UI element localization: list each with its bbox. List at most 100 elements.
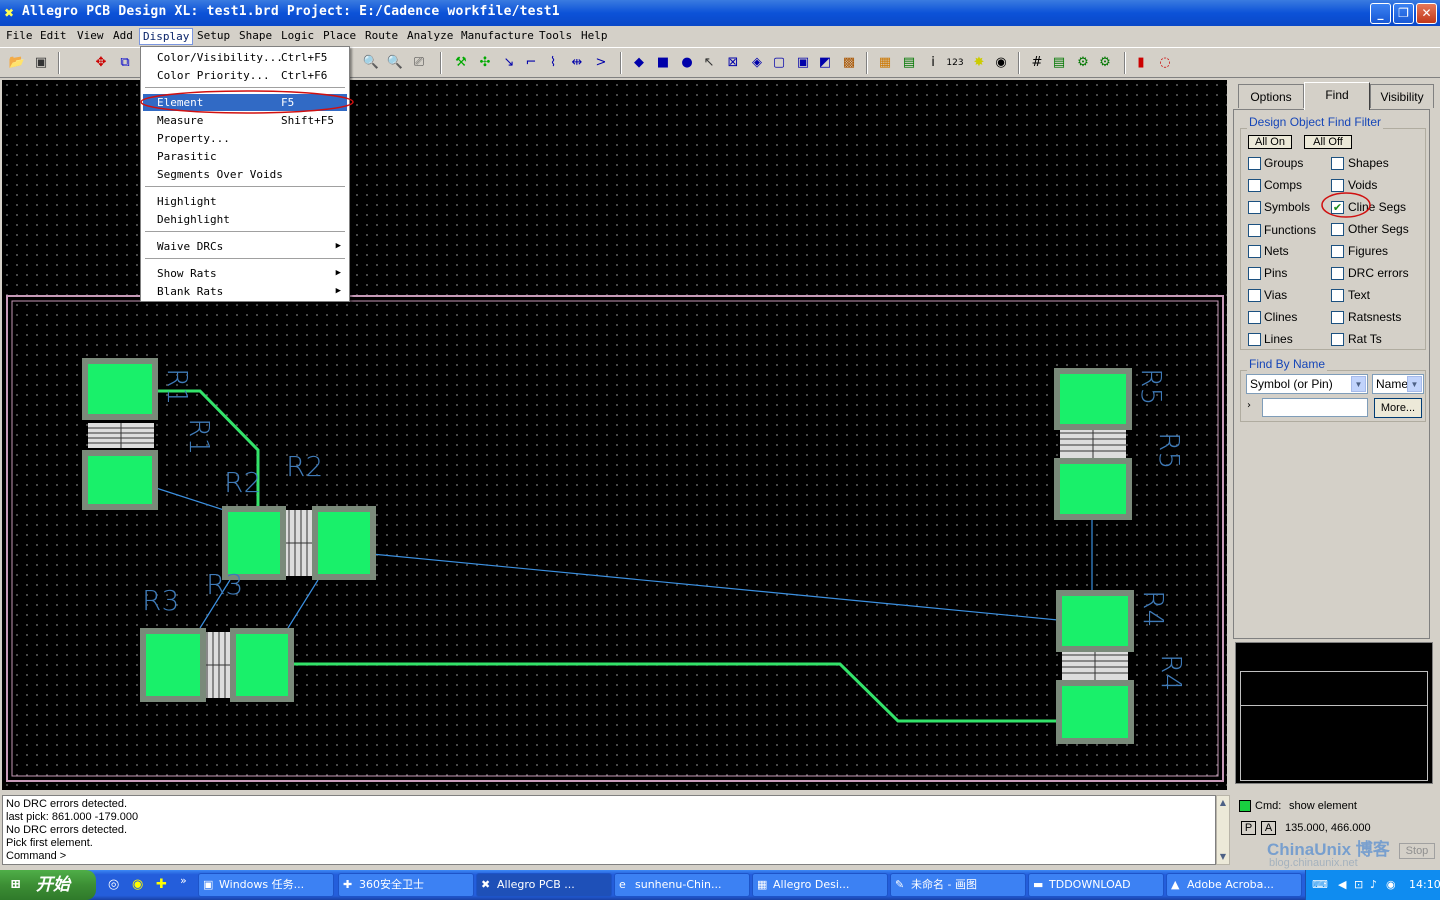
- menu-place[interactable]: Place: [320, 28, 359, 45]
- quicklaunch-360-icon[interactable]: ✚: [156, 877, 167, 892]
- save-icon[interactable]: ▣: [32, 54, 50, 72]
- menu-tools[interactable]: Tools: [536, 28, 575, 45]
- command-prompt[interactable]: Command >: [6, 850, 1212, 863]
- menu-item-waive-drcs[interactable]: Waive DRCs ▶: [143, 238, 347, 255]
- add-connect-icon[interactable]: ⚒: [452, 54, 470, 72]
- menu-item-blank-rats[interactable]: Blank Rats ▶: [143, 283, 347, 300]
- task-360[interactable]: ✚ 360安全卫士: [338, 873, 474, 897]
- checkbox-drc-errors[interactable]: [1331, 267, 1344, 280]
- refresh-icon[interactable]: ◌: [1156, 54, 1174, 72]
- menu-item-segments-over-voids[interactable]: Segments Over Voids: [143, 166, 347, 183]
- move-icon[interactable]: ✥: [92, 54, 110, 72]
- console-scrollbar[interactable]: ▲ ▼: [1216, 795, 1230, 865]
- menu-item-color-visibility[interactable]: Color/Visibility... Ctrl+F5: [143, 49, 347, 66]
- task-paint[interactable]: ✎ 未命名 - 画图: [890, 873, 1026, 897]
- nav-back-icon[interactable]: ◀: [1338, 870, 1346, 900]
- constraint-icon[interactable]: ⚙: [1074, 54, 1092, 72]
- keyboard-icon[interactable]: ⌨: [1312, 870, 1328, 900]
- open-icon[interactable]: 📂: [8, 54, 26, 72]
- slide-icon[interactable]: ✣: [476, 54, 494, 72]
- layers-icon[interactable]: ▤: [900, 54, 918, 72]
- shape-param-icon[interactable]: ▩: [840, 54, 858, 72]
- highlight-icon[interactable]: ✸: [970, 54, 988, 72]
- info-icon[interactable]: i: [924, 54, 942, 72]
- delay-tune-icon[interactable]: ↘: [500, 54, 518, 72]
- menu-item-dehighlight[interactable]: Dehighlight: [143, 211, 347, 228]
- all-on-button[interactable]: All On: [1248, 135, 1292, 149]
- custom-smooth-icon[interactable]: ⌐: [522, 54, 540, 72]
- menu-route[interactable]: Route: [362, 28, 401, 45]
- checkbox-pins[interactable]: [1248, 267, 1261, 280]
- spread-icon[interactable]: ⇹: [568, 54, 586, 72]
- a-button[interactable]: A: [1261, 821, 1276, 835]
- security-icon[interactable]: ◉: [1386, 870, 1396, 900]
- checkbox-symbols[interactable]: [1248, 201, 1261, 214]
- p-button[interactable]: P: [1241, 821, 1256, 835]
- grid-icon[interactable]: #: [1028, 54, 1046, 72]
- menu-item-parasitic[interactable]: Parasitic: [143, 148, 347, 165]
- checkbox-text[interactable]: [1331, 289, 1344, 302]
- command-console[interactable]: No DRC errors detected. last pick: 861.0…: [2, 795, 1216, 865]
- menu-file[interactable]: File: [3, 28, 36, 45]
- scroll-up-icon[interactable]: ▲: [1217, 796, 1229, 810]
- menu-edit[interactable]: Edit: [37, 28, 70, 45]
- color-icon[interactable]: ▦: [876, 54, 894, 72]
- tab-find[interactable]: Find: [1304, 82, 1370, 110]
- checkbox-shapes[interactable]: [1331, 157, 1344, 170]
- zoom-in-icon[interactable]: 🔍: [362, 54, 380, 72]
- zoom-out-icon[interactable]: 🔍: [386, 54, 404, 72]
- checkbox-nets[interactable]: [1248, 245, 1261, 258]
- vertex-icon[interactable]: ⌇: [544, 54, 562, 72]
- checkbox-groups[interactable]: [1248, 157, 1261, 170]
- name-input[interactable]: [1262, 398, 1368, 417]
- menu-help[interactable]: Help: [578, 28, 611, 45]
- trace-cline[interactable]: [292, 662, 1062, 723]
- merge-shapes-icon[interactable]: ◩: [816, 54, 834, 72]
- checkbox-functions[interactable]: [1248, 224, 1261, 237]
- task-allegro-design[interactable]: ▦ Allegro Desi...: [752, 873, 888, 897]
- close-button[interactable]: ✕: [1416, 3, 1437, 24]
- menu-analyze[interactable]: Analyze: [404, 28, 456, 45]
- layer-stack-icon[interactable]: ▤: [1050, 54, 1068, 72]
- world-view[interactable]: [1235, 642, 1433, 784]
- menu-item-color-priority[interactable]: Color Priority... Ctrl+F6: [143, 67, 347, 84]
- menu-item-highlight[interactable]: Highlight: [143, 193, 347, 210]
- tab-visibility[interactable]: Visibility: [1370, 84, 1434, 108]
- shape-circle-icon[interactable]: ●: [678, 54, 696, 72]
- shape-add-icon[interactable]: ◆: [630, 54, 648, 72]
- clock[interactable]: 14:10: [1409, 870, 1440, 900]
- void-icon[interactable]: ⊠: [724, 54, 742, 72]
- stop-button[interactable]: Stop: [1399, 843, 1435, 859]
- select-shape-icon[interactable]: ↖: [700, 54, 718, 72]
- volume-icon[interactable]: ♪: [1370, 870, 1377, 900]
- checkbox-clines[interactable]: [1248, 311, 1261, 324]
- quicklaunch-ie-icon[interactable]: ◎: [108, 877, 119, 892]
- void-circle-icon[interactable]: ▢: [770, 54, 788, 72]
- tab-options[interactable]: Options: [1238, 84, 1304, 108]
- more-button[interactable]: More...: [1374, 398, 1422, 418]
- void-rect-icon[interactable]: ◈: [748, 54, 766, 72]
- task-browser[interactable]: e sunhenu-Chin...: [614, 873, 750, 897]
- task-adobe-acrobat[interactable]: ▲ Adobe Acroba...: [1166, 873, 1302, 897]
- start-button[interactable]: ⊞ 开始: [0, 870, 96, 900]
- menu-display[interactable]: Display: [139, 28, 194, 45]
- checkbox-ratsnests[interactable]: [1331, 311, 1344, 324]
- all-off-button[interactable]: All Off: [1304, 135, 1352, 149]
- scroll-down-icon[interactable]: ▼: [1217, 850, 1229, 864]
- minimize-button[interactable]: _: [1370, 3, 1391, 24]
- shape-rect-icon[interactable]: ■: [654, 54, 672, 72]
- copy-icon[interactable]: ⧉: [116, 54, 134, 72]
- drc-icon[interactable]: ⚙: [1096, 54, 1114, 72]
- menu-shape[interactable]: Shape: [236, 28, 275, 45]
- network-icon[interactable]: ⊡: [1354, 870, 1363, 900]
- zoom-prev-icon[interactable]: ⎚: [410, 54, 428, 72]
- component-icon[interactable]: ▮: [1132, 54, 1150, 72]
- edit-boundary-icon[interactable]: ▣: [794, 54, 812, 72]
- fanout-icon[interactable]: >: [592, 54, 610, 72]
- menu-add[interactable]: Add: [110, 28, 136, 45]
- menu-manufacture[interactable]: Manufacture: [458, 28, 537, 45]
- menu-item-property[interactable]: Property...: [143, 130, 347, 147]
- maximize-button[interactable]: ❐: [1393, 3, 1414, 24]
- menu-view[interactable]: View: [74, 28, 107, 45]
- checkbox-comps[interactable]: [1248, 179, 1261, 192]
